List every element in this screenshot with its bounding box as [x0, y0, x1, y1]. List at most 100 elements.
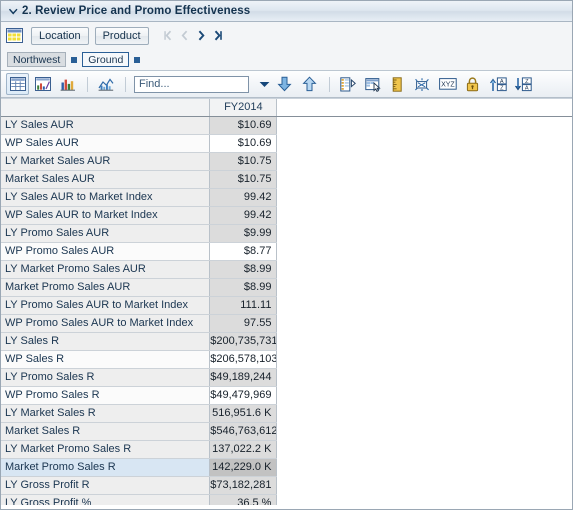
previous-page-icon[interactable]: [178, 29, 191, 43]
table-row[interactable]: LY Market Sales AUR $10.75: [1, 152, 572, 171]
next-page-icon[interactable]: [195, 29, 208, 43]
row-label-cell[interactable]: WP Sales AUR: [1, 134, 211, 153]
row-value-cell[interactable]: $10.75: [209, 170, 278, 189]
row-label-cell[interactable]: LY Promo Sales R: [1, 368, 211, 387]
row-label-cell[interactable]: LY Gross Profit R: [1, 476, 211, 495]
row-value-cell[interactable]: $73,182,281: [209, 476, 278, 495]
table-row[interactable]: LY Market Sales R 516,951.6 K: [1, 404, 572, 423]
product-dimension-button[interactable]: Product: [94, 26, 149, 45]
row-label-cell[interactable]: WP Sales R: [1, 350, 211, 369]
data-grid-area[interactable]: FY2014 LY Sales AUR $10.69 WP Sales AUR $10…: [1, 98, 572, 505]
row-value-cell[interactable]: $10.69: [209, 116, 278, 135]
chip-northwest-handle[interactable]: [71, 56, 78, 63]
chip-northwest[interactable]: Northwest: [7, 52, 67, 67]
row-label-cell[interactable]: Market Promo Sales AUR: [1, 278, 211, 297]
sort-az-ascending-icon[interactable]: A Z: [486, 73, 509, 95]
grid-table-icon[interactable]: [6, 28, 23, 43]
row-value-cell[interactable]: 36.5 %: [209, 494, 278, 505]
table-row[interactable]: LY Gross Profit % 36.5 %: [1, 494, 572, 505]
lock-icon[interactable]: [461, 73, 484, 95]
table-row[interactable]: LY Sales AUR to Market Index 99.42: [1, 188, 572, 207]
row-value-cell[interactable]: $8.99: [209, 260, 278, 279]
row-label-cell[interactable]: LY Gross Profit %: [1, 494, 211, 505]
row-label-cell[interactable]: WP Promo Sales AUR to Market Index: [1, 314, 211, 333]
row-label-cell[interactable]: LY Sales R: [1, 332, 211, 351]
area-chart-icon[interactable]: [94, 73, 117, 95]
page-title: 2. Review Price and Promo Effectiveness: [22, 5, 251, 17]
table-row[interactable]: WP Promo Sales AUR $8.77: [1, 242, 572, 261]
grid-chart-icon[interactable]: [31, 73, 54, 95]
row-label-cell[interactable]: LY Sales AUR: [1, 116, 211, 135]
table-row[interactable]: Market Promo Sales R 142,229.0 K: [1, 458, 572, 477]
table-row[interactable]: LY Market Promo Sales AUR $8.99: [1, 260, 572, 279]
ruler-icon[interactable]: [386, 73, 409, 95]
first-page-icon[interactable]: [161, 29, 174, 43]
table-row[interactable]: LY Gross Profit R $73,182,281: [1, 476, 572, 495]
table-row[interactable]: LY Promo Sales AUR to Market Index 111.11: [1, 296, 572, 315]
arrow-down-icon[interactable]: [273, 73, 296, 95]
table-row[interactable]: WP Sales AUR $10.69: [1, 134, 572, 153]
row-label-cell[interactable]: LY Sales AUR to Market Index: [1, 188, 211, 207]
row-value-cell[interactable]: $200,735,731: [209, 332, 278, 351]
location-dimension-button[interactable]: Location: [31, 26, 89, 45]
row-value-cell[interactable]: $206,578,103: [209, 350, 278, 369]
last-page-icon[interactable]: [212, 29, 225, 43]
table-row[interactable]: WP Sales AUR to Market Index 99.42: [1, 206, 572, 225]
table-row[interactable]: LY Sales R $200,735,731: [1, 332, 572, 351]
table-row[interactable]: WP Promo Sales R $49,479,969: [1, 386, 572, 405]
table-row[interactable]: WP Sales R $206,578,103: [1, 350, 572, 369]
rows-edit-icon[interactable]: [336, 73, 359, 95]
row-label-cell[interactable]: LY Promo Sales AUR to Market Index: [1, 296, 211, 315]
clear-cells-icon[interactable]: [411, 73, 434, 95]
chip-ground[interactable]: Ground: [82, 52, 130, 67]
xyz-icon[interactable]: XYZ: [436, 73, 459, 95]
row-value-cell[interactable]: $8.99: [209, 278, 278, 297]
row-label-cell[interactable]: LY Market Promo Sales R: [1, 440, 211, 459]
row-empty-cell: [276, 350, 572, 369]
row-value-cell[interactable]: 137,022.2 K: [209, 440, 278, 459]
table-row[interactable]: LY Promo Sales AUR $9.99: [1, 224, 572, 243]
row-label-cell[interactable]: WP Promo Sales R: [1, 386, 211, 405]
row-label-cell[interactable]: Market Sales AUR: [1, 170, 211, 189]
row-value-cell[interactable]: $9.99: [209, 224, 278, 243]
row-label-cell[interactable]: LY Promo Sales AUR: [1, 224, 211, 243]
bar-chart-icon[interactable]: [56, 73, 79, 95]
row-value-cell[interactable]: 516,951.6 K: [209, 404, 278, 423]
row-label-cell[interactable]: LY Market Promo Sales AUR: [1, 260, 211, 279]
row-label-cell[interactable]: LY Market Sales AUR: [1, 152, 211, 171]
table-row[interactable]: LY Promo Sales R $49,189,244: [1, 368, 572, 387]
table-row[interactable]: Market Sales AUR $10.75: [1, 170, 572, 189]
row-value-cell[interactable]: $10.69: [209, 134, 278, 153]
chevron-down-icon[interactable]: [7, 5, 19, 17]
row-value-cell[interactable]: $546,763,612: [209, 422, 278, 441]
sort-za-descending-icon[interactable]: Z A: [511, 73, 534, 95]
row-value-cell[interactable]: 97.55: [209, 314, 278, 333]
select-cells-icon[interactable]: [361, 73, 384, 95]
row-value-cell[interactable]: $10.75: [209, 152, 278, 171]
table-row[interactable]: LY Sales AUR $10.69: [1, 116, 572, 135]
chevron-down-icon[interactable]: [255, 76, 273, 93]
row-value-cell[interactable]: $49,189,244: [209, 368, 278, 387]
chip-ground-handle[interactable]: [134, 56, 141, 63]
search-input[interactable]: [134, 75, 249, 93]
row-label-cell[interactable]: Market Promo Sales R: [1, 458, 211, 477]
arrow-up-icon[interactable]: [298, 73, 321, 95]
row-label-cell[interactable]: WP Promo Sales AUR: [1, 242, 211, 261]
row-value-cell[interactable]: 111.11: [209, 296, 278, 315]
find-control: [134, 75, 273, 93]
row-label-cell[interactable]: WP Sales AUR to Market Index: [1, 206, 211, 225]
column-header-fy2014[interactable]: FY2014: [209, 99, 278, 117]
row-label-cell[interactable]: Market Sales R: [1, 422, 211, 441]
svg-text:Z: Z: [500, 85, 504, 91]
row-value-cell[interactable]: 99.42: [209, 206, 278, 225]
row-value-cell[interactable]: $8.77: [209, 242, 278, 261]
table-row[interactable]: LY Market Promo Sales R 137,022.2 K: [1, 440, 572, 459]
row-value-cell[interactable]: 99.42: [209, 188, 278, 207]
grid-view-icon[interactable]: [6, 73, 29, 95]
row-value-cell[interactable]: 142,229.0 K: [209, 458, 278, 477]
row-value-cell[interactable]: $49,479,969: [209, 386, 278, 405]
table-row[interactable]: WP Promo Sales AUR to Market Index 97.55: [1, 314, 572, 333]
table-row[interactable]: Market Sales R $546,763,612: [1, 422, 572, 441]
table-row[interactable]: Market Promo Sales AUR $8.99: [1, 278, 572, 297]
row-label-cell[interactable]: LY Market Sales R: [1, 404, 211, 423]
